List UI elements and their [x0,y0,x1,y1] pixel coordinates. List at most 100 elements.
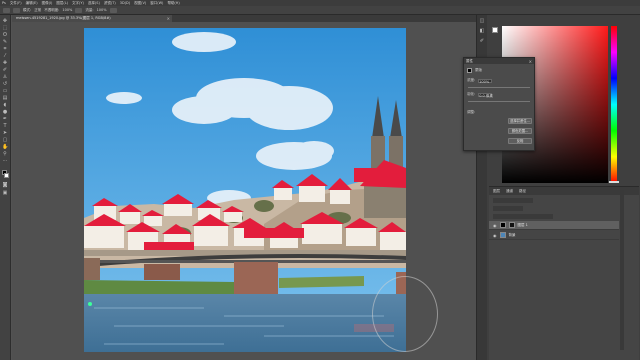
color-range-button[interactable]: 颜色范围... [508,128,532,134]
feather-label: 羽化: [467,92,476,96]
lock-row[interactable] [493,214,553,219]
screen-mode-icon[interactable]: ▣ [2,191,8,196]
history-brush-tool-icon[interactable]: ↺ [2,82,8,87]
refine-label: 调整: [467,110,476,114]
layer-name[interactable]: 背景 [509,233,516,238]
shape-tool-icon[interactable]: ▢ [2,138,8,143]
meissen-photo [84,28,406,352]
tab-layers[interactable]: 图层 [493,189,500,194]
density-label: 浓度: [467,78,476,82]
hand-tool-icon[interactable]: ✋ [2,145,8,150]
layer-row[interactable]: ◉ 图层 1 [489,221,619,230]
flow-label: 流量: [85,7,94,12]
background-color-swatch[interactable] [4,173,9,178]
lasso-tool-icon[interactable]: ʘ [2,33,8,38]
brush-settings-button[interactable] [13,7,20,13]
tools-panel: ✥ ⬚ ʘ ✎ ⌗ ⁄ ✚ ✐ ♙ ↺ ▭ ▤ ◖ ● ✒ T ➤ ▢ ✋ ⚲ … [0,15,11,360]
menu-3d[interactable]: 3D(D) [120,1,130,5]
layer-thumbnail [499,232,506,238]
quick-select-tool-icon[interactable]: ✎ [2,40,8,45]
history-panel-icon[interactable]: ◫ [479,19,485,24]
refine-row: 调整: [467,110,475,115]
layer-thumbnail [499,222,506,228]
crop-tool-icon[interactable]: ⌗ [2,47,8,52]
mask-thumbnail [467,68,472,73]
layers-panel: 图层 通道 路径 ◉ 图层 1 ◉ 背景 [489,186,639,360]
density-row: 浓度: 100% [467,78,493,84]
document-tab-title: meissen-4519281_1920.jpg @ 33.3%(图层 1, R… [16,16,111,20]
layer-row[interactable]: ◉ 背景 [489,231,619,240]
layer-mask-thumbnail[interactable] [508,222,515,228]
brush-tool-icon[interactable]: ✐ [2,68,8,73]
eye-icon[interactable]: ◉ [493,223,497,228]
tab-paths[interactable]: 路径 [519,189,526,194]
menu-file[interactable]: 文件(F) [10,1,22,6]
stamp-tool-icon[interactable]: ♙ [2,75,8,80]
path-select-tool-icon[interactable]: ➤ [2,131,8,136]
type-tool-icon[interactable]: T [2,124,8,129]
menu-edit[interactable]: 编辑(E) [26,1,38,6]
layer-filter-field[interactable] [493,198,533,203]
color-panel-swatch[interactable] [492,27,498,33]
feather-row: 羽化: 0.0 像素 [467,92,493,98]
mask-row: 蒙版 [467,68,482,73]
pen-tool-icon[interactable]: ✒ [2,117,8,122]
tab-channels[interactable]: 通道 [506,189,513,194]
menu-app-logo[interactable]: Ps [2,1,6,5]
blend-mode-select[interactable] [493,206,523,211]
hue-slider-handle[interactable] [609,181,619,183]
document-tab[interactable]: meissen-4519281_1920.jpg @ 33.3%(图层 1, R… [12,15,172,22]
brush-start-point [88,302,92,306]
menu-filter[interactable]: 滤镜(T) [104,1,116,6]
eye-icon[interactable]: ◉ [493,233,497,238]
blur-tool-icon[interactable]: ◖ [2,103,8,108]
marquee-tool-icon[interactable]: ⬚ [2,26,8,31]
menu-window[interactable]: 窗口(W) [150,1,163,6]
menu-view[interactable]: 视图(V) [134,1,146,6]
more-tools-icon[interactable]: ⋯ [2,159,8,164]
feather-slider[interactable] [468,101,530,102]
properties-panel-icon[interactable]: ◧ [479,29,485,34]
mask-label: 蒙版 [475,68,482,72]
eraser-tool-icon[interactable]: ▭ [2,89,8,94]
eyedropper-tool-icon[interactable]: ⁄ [2,54,8,59]
close-tab-icon[interactable]: × [167,15,170,22]
menu-layer[interactable]: 图层(L) [56,1,68,6]
brush-panel-icon[interactable]: ✐ [479,39,485,44]
properties-popup: 属性 × 蒙版 浓度: 100% 羽化: 0.0 像素 调整: 选择并遮住...… [463,57,535,151]
mode-select[interactable]: 正常 [34,8,41,13]
close-icon[interactable]: × [529,59,532,64]
menu-type[interactable]: 文字(Y) [72,1,84,6]
healing-brush-tool-icon[interactable]: ✚ [2,61,8,66]
brush-cursor [372,276,438,352]
layers-scrollbar[interactable] [620,190,624,350]
invert-button[interactable]: 反相 [508,138,532,144]
select-and-mask-button[interactable]: 选择并遮住... [508,118,532,124]
popup-title: 属性 [466,58,473,63]
brush-preset-picker[interactable] [3,7,10,13]
airbrush-button[interactable] [109,7,117,13]
layers-panel-tabs: 图层 通道 路径 [489,187,639,195]
hue-slider[interactable] [611,26,617,183]
mode-label: 模式: [23,7,32,12]
document-tab-bar: meissen-4519281_1920.jpg @ 33.3%(图层 1, R… [12,15,476,22]
menu-help[interactable]: 帮助(H) [167,1,179,6]
dodge-tool-icon[interactable]: ● [2,110,8,115]
flow-field[interactable]: 100% [97,8,107,12]
move-tool-icon[interactable]: ✥ [2,19,8,24]
menu-image[interactable]: 图像(I) [42,1,53,6]
menu-select[interactable]: 选择(S) [88,1,100,6]
gradient-tool-icon[interactable]: ▤ [2,96,8,101]
options-bar: 模式: 正常 不透明度: 100% 流量: 100% [0,6,640,15]
zoom-tool-icon[interactable]: ⚲ [2,152,8,157]
popup-header[interactable]: 属性 × [464,58,534,64]
document-image[interactable] [84,28,406,352]
opacity-field[interactable]: 100% [62,8,72,12]
quick-mask-icon[interactable]: ◙ [2,183,8,188]
density-field[interactable]: 100% [478,78,493,84]
feather-field[interactable]: 0.0 像素 [478,92,493,98]
density-slider[interactable] [468,87,530,88]
pressure-opacity-button[interactable] [75,7,83,13]
opacity-label: 不透明度: [44,7,60,12]
layer-name[interactable]: 图层 1 [518,223,528,228]
